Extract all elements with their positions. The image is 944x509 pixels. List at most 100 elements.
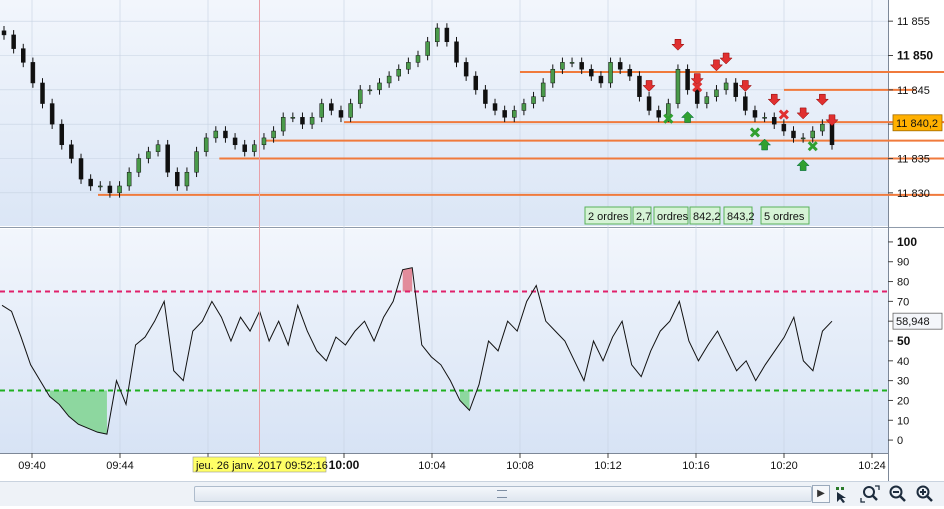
bearish-candle [637, 75, 642, 97]
bullish-candle [271, 130, 276, 139]
zoom-fit-icon[interactable] [859, 484, 880, 504]
time-axis[interactable]: 09:4009:4409:4810:0010:0410:0810:1210:16… [18, 453, 944, 473]
bullish-candle [550, 68, 556, 84]
bullish-candle [415, 55, 421, 63]
bearish-candle [473, 75, 479, 91]
trading-chart[interactable]: 2 ordres 2,7 ordres 842,2 843,2 5 ordres 11 8… [0, 0, 944, 505]
time-tick-label: 10:00 [329, 458, 360, 472]
bullish-candle [800, 137, 806, 140]
bullish-candle [386, 75, 392, 84]
zoom-out-icon[interactable] [887, 484, 907, 504]
horizontal-scrollbar[interactable]: ▶ [0, 481, 944, 506]
bullish-candle [675, 68, 681, 104]
bullish-candle [540, 82, 546, 97]
bearish-candle [49, 103, 55, 125]
bullish-candle [714, 89, 719, 97]
bearish-candle [165, 144, 170, 173]
bullish-candle [203, 137, 209, 152]
bullish-candle [136, 158, 142, 173]
bullish-candle [290, 117, 296, 119]
bearish-candle [444, 27, 450, 43]
bullish-candle [280, 117, 286, 132]
bearish-candle [300, 117, 305, 125]
oscillator-tick-label: 0 [897, 435, 903, 447]
bearish-candle [589, 68, 594, 77]
bearish-candle [21, 48, 26, 63]
order-badge-label: 842,2 [693, 211, 721, 223]
bullish-candle [348, 103, 353, 118]
time-tick-label: 09:40 [18, 460, 46, 472]
cursor-time-label: jeu. 26 janv. 2017 09:52:16 [195, 460, 328, 472]
bearish-candle [242, 144, 247, 152]
order-badge-label: 2,7 [636, 211, 651, 223]
bullish-candle [261, 137, 267, 146]
time-tick-label: 10:12 [594, 460, 622, 472]
zoom-in-icon[interactable] [914, 484, 934, 504]
time-tick-label: 10:24 [858, 460, 886, 472]
bearish-candle [656, 110, 661, 118]
bearish-candle [59, 123, 65, 146]
bearish-candle [829, 123, 835, 146]
bearish-candle [463, 62, 469, 77]
scrollbar-grip-icon [497, 490, 507, 498]
bullish-candle [155, 144, 161, 152]
price-tick-label: 11 830 [897, 188, 930, 200]
bullish-candle [569, 62, 575, 64]
bearish-candle [483, 89, 488, 104]
price-tick-label: 11 845 [897, 85, 930, 97]
oscillator-tick-label: 40 [897, 356, 909, 368]
oscillator-tick-label: 20 [897, 395, 909, 407]
bearish-candle [781, 123, 787, 132]
cursor-tool-icon[interactable] [832, 484, 852, 504]
bearish-candle [88, 178, 93, 187]
bullish-candle [762, 117, 767, 119]
scroll-right-button[interactable]: ▶ [812, 485, 830, 503]
bullish-candle [406, 62, 411, 70]
price-tick-label: 11 855 [897, 16, 930, 28]
bearish-candle [11, 34, 16, 49]
bearish-candle [232, 137, 238, 146]
bearish-candle [30, 62, 36, 84]
time-tick-label: 10:08 [506, 460, 534, 472]
bullish-candle [184, 171, 190, 187]
bullish-candle [367, 89, 373, 92]
current-price-label: 11 840,2 [896, 118, 938, 130]
oscillator-tick-label: 100 [897, 235, 917, 249]
time-tick-label: 10:20 [770, 460, 798, 472]
bullish-candle [396, 68, 401, 77]
order-badge-label: 5 ordres [764, 211, 805, 223]
bearish-candle [502, 110, 507, 118]
bullish-candle [213, 130, 219, 139]
oscillator-axis[interactable]: 010203040506070809010058,948 [888, 235, 943, 447]
oscillator-tick-label: 70 [897, 296, 909, 308]
bearish-candle [579, 62, 584, 70]
bullish-candle [723, 82, 729, 91]
oscillator-tick-label: 30 [897, 376, 909, 388]
bearish-candle [743, 96, 748, 111]
bullish-candle [252, 144, 257, 152]
time-tick-label: 10:16 [682, 460, 710, 472]
oscillator-value-label: 58,948 [896, 316, 930, 328]
bullish-candle [319, 103, 324, 118]
bullish-candle [309, 117, 315, 125]
bullish-candle [512, 110, 517, 118]
price-tick-label: 11 850 [897, 49, 933, 63]
bullish-candle [820, 123, 825, 132]
bearish-candle [69, 144, 74, 159]
order-badge-label: ordres [657, 211, 689, 223]
indicator-panel-background [0, 229, 888, 453]
scrollbar-thumb[interactable] [194, 486, 812, 502]
bearish-candle [223, 130, 228, 139]
order-badges[interactable]: 2 ordres 2,7 ordres 842,2 843,2 5 ordres [584, 206, 810, 225]
price-axis[interactable]: 11 83011 83511 84011 84511 85011 85511 8… [888, 16, 943, 200]
bullish-candle [704, 96, 710, 104]
bullish-candle [357, 89, 363, 104]
bearish-candle [791, 130, 796, 139]
bullish-candle [425, 41, 430, 56]
bullish-candle [810, 130, 815, 139]
overbought-fill [402, 267, 413, 292]
bullish-candle [521, 103, 527, 111]
bearish-candle [627, 68, 633, 77]
time-tick-label: 10:04 [418, 460, 446, 472]
bullish-candle [531, 96, 536, 104]
